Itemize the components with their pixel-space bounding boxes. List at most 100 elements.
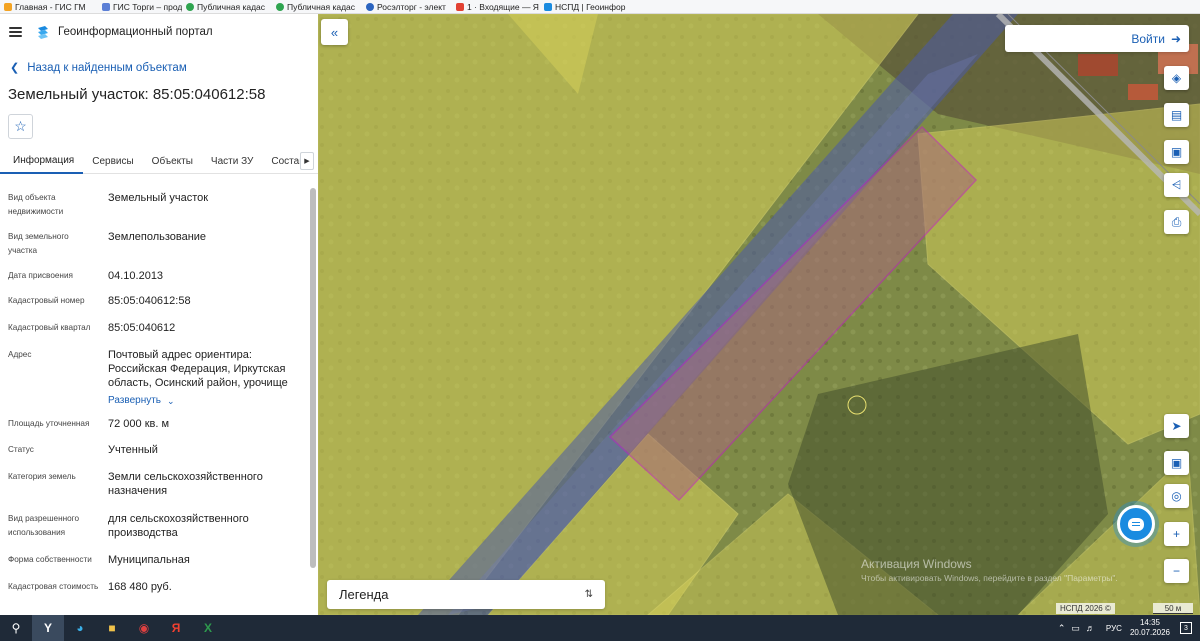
layers-button[interactable]: ◈ <box>1164 66 1189 90</box>
yandex-icon[interactable]: Я <box>160 615 192 641</box>
property-label: Кадастровый номер <box>8 296 85 305</box>
expand-address-link[interactable]: Развернуть ⌄ <box>108 394 175 408</box>
measure-button[interactable]: ▤ <box>1164 103 1189 127</box>
property-value: 72 000 кв. м <box>108 418 170 430</box>
watermark-title: Активация Windows <box>861 557 972 571</box>
target-icon: ◎ <box>1171 489 1182 503</box>
locate-button[interactable]: ➤ <box>1164 414 1189 438</box>
chrome-like-icon[interactable]: ◉ <box>128 615 160 641</box>
bookmark-icon <box>366 2 374 11</box>
chevron-up-icon[interactable]: ⌃ <box>1058 623 1066 634</box>
bookmark-item[interactable]: Публичная кадас <box>182 2 272 12</box>
excel-icon[interactable]: X <box>192 615 224 641</box>
login-button[interactable]: Войти ➜ <box>1005 25 1189 52</box>
menu-icon[interactable] <box>9 27 22 37</box>
minus-icon: − <box>1172 564 1180 578</box>
chat-icon <box>1128 517 1144 531</box>
panel-scrollbar[interactable] <box>310 188 316 568</box>
select-area-icon: ▣ <box>1170 145 1183 159</box>
tab-objects[interactable]: Объекты <box>143 150 202 174</box>
file-explorer-icon[interactable]: ■ <box>96 615 128 641</box>
star-icon: ☆ <box>14 118 27 134</box>
zoom-in-button[interactable]: + <box>1164 522 1189 546</box>
zoom-out-button[interactable]: − <box>1164 559 1189 583</box>
bookmarks-bar: Главная - ГИС ГМ ГИС Торги – прод Публич… <box>0 0 1200 14</box>
property-label: Категория земель <box>8 472 76 481</box>
watermark-text: Чтобы активировать Windows, перейдите в … <box>861 573 1118 583</box>
clock[interactable]: 14:35 20.07.2026 <box>1130 618 1170 638</box>
collapse-panel-button[interactable]: « <box>321 19 348 45</box>
property-value: 85:05:040612:58 <box>108 295 191 307</box>
tab-services[interactable]: Сервисы <box>83 150 142 174</box>
expand-label: Развернуть <box>108 395 162 406</box>
property-value: Учтенный <box>108 444 158 456</box>
property-label: Площадь уточненная <box>8 419 90 428</box>
map-view[interactable]: « Войти ➜ ◈ ▤ ▣ ⩤ ⎙ ➤ ▣ ◎ + − Легенда ⇅ … <box>318 14 1200 615</box>
clock-time: 14:35 <box>1139 618 1160 627</box>
object-title: Земельный участок: 85:05:040612:58 <box>8 86 266 103</box>
share-button[interactable]: ⩤ <box>1164 173 1189 197</box>
property-value: 04.10.2013 <box>108 270 164 282</box>
yandex-browser-icon[interactable]: Y <box>32 615 64 641</box>
location-target-button[interactable]: ◎ <box>1164 484 1189 508</box>
property-value: для сельскохозяйственного производства <box>108 513 249 539</box>
legend-label: Легенда <box>339 587 389 602</box>
map-canvas <box>318 14 1200 615</box>
tab-parts[interactable]: Части ЗУ <box>202 150 262 174</box>
bookmark-icon <box>186 2 194 11</box>
network-icon[interactable]: ▭ <box>1071 623 1080 634</box>
bookmark-item[interactable]: 1 · Входящие — Я <box>452 2 540 12</box>
edge-icon[interactable]: ◕ <box>64 615 96 641</box>
property-label: Форма собственности <box>8 555 92 564</box>
search-icon[interactable]: ⚲ <box>0 615 32 641</box>
windows-taskbar: ⚲ Y ◕ ■ ◉ Я X ⌃ ▭ ♬ РУС 14:35 20.07.2026… <box>0 615 1200 641</box>
bookmark-item[interactable]: Главная - ГИС ГМ <box>0 2 98 12</box>
volume-icon[interactable]: ♬ <box>1086 623 1095 633</box>
plus-icon: + <box>1172 527 1180 541</box>
property-value: Муниципальная <box>108 554 190 566</box>
bookmark-item[interactable]: Росэлторг - элект <box>362 2 452 12</box>
bookmark-icon <box>456 2 464 11</box>
property-value: 168 480 руб. <box>108 581 172 593</box>
property-label: Адрес <box>8 350 32 359</box>
double-chevron-left-icon: « <box>330 24 339 40</box>
property-value: Землепользование <box>108 231 207 243</box>
property-label: Вид земельного участка <box>8 232 69 255</box>
minimap-button[interactable]: ▣ <box>1164 451 1189 475</box>
info-panel: Геоинформационный портал ❮ Назад к найде… <box>0 14 318 615</box>
bookmark-item[interactable]: ГИС Торги – прод <box>98 2 182 12</box>
notifications-badge[interactable]: 3 <box>1180 622 1192 634</box>
property-value: Земли сельскохозяйственного назначения <box>108 471 263 497</box>
chevron-down-icon: ⌄ <box>167 396 175 406</box>
caret-right-icon: ▶ <box>304 158 310 165</box>
bookmark-icon <box>4 2 12 11</box>
clock-date: 20.07.2026 <box>1129 628 1170 637</box>
property-label: Вид объекта недвижимости <box>8 193 64 216</box>
panel-header: Геоинформационный портал <box>0 14 318 50</box>
system-tray: ⌃ ▭ ♬ РУС 14:35 20.07.2026 3 <box>1055 615 1192 641</box>
property-value: Земельный участок <box>108 192 209 204</box>
select-area-button[interactable]: ▣ <box>1164 140 1189 164</box>
chevron-left-icon: ❮ <box>10 62 20 74</box>
property-label: Кадастровая стоимость <box>8 582 99 591</box>
portal-logo-icon <box>38 26 48 39</box>
property-label: Статус <box>8 445 34 454</box>
chat-button[interactable] <box>1117 505 1155 543</box>
sort-arrows-icon: ⇅ <box>584 589 593 600</box>
navigation-arrow-icon: ➤ <box>1171 419 1182 433</box>
share-icon: ⩤ <box>1171 177 1182 192</box>
map-copyright: НСПД 2026 © <box>1056 603 1115 614</box>
windows-activation-watermark: Активация Windows Чтобы активировать Win… <box>861 557 1118 583</box>
print-button[interactable]: ⎙ <box>1164 210 1189 234</box>
minimap-icon: ▣ <box>1170 456 1183 470</box>
legend-dropdown[interactable]: Легенда ⇅ <box>327 580 605 609</box>
bookmark-item[interactable]: Публичная кадас <box>272 2 362 12</box>
favorite-button[interactable]: ☆ <box>8 114 33 139</box>
tab-information[interactable]: Информация <box>0 150 84 174</box>
back-to-results-link[interactable]: ❮ Назад к найденным объектам <box>10 61 187 75</box>
property-value: Почтовый адрес ориентира: Российская Фед… <box>108 349 288 389</box>
property-label: Вид разрешенного использования <box>8 514 80 537</box>
language-indicator[interactable]: РУС <box>1106 624 1122 633</box>
bookmark-item[interactable]: НСПД | Геоинфор <box>540 2 630 12</box>
tabs-scroll-right-button[interactable]: ▶ <box>300 152 314 170</box>
